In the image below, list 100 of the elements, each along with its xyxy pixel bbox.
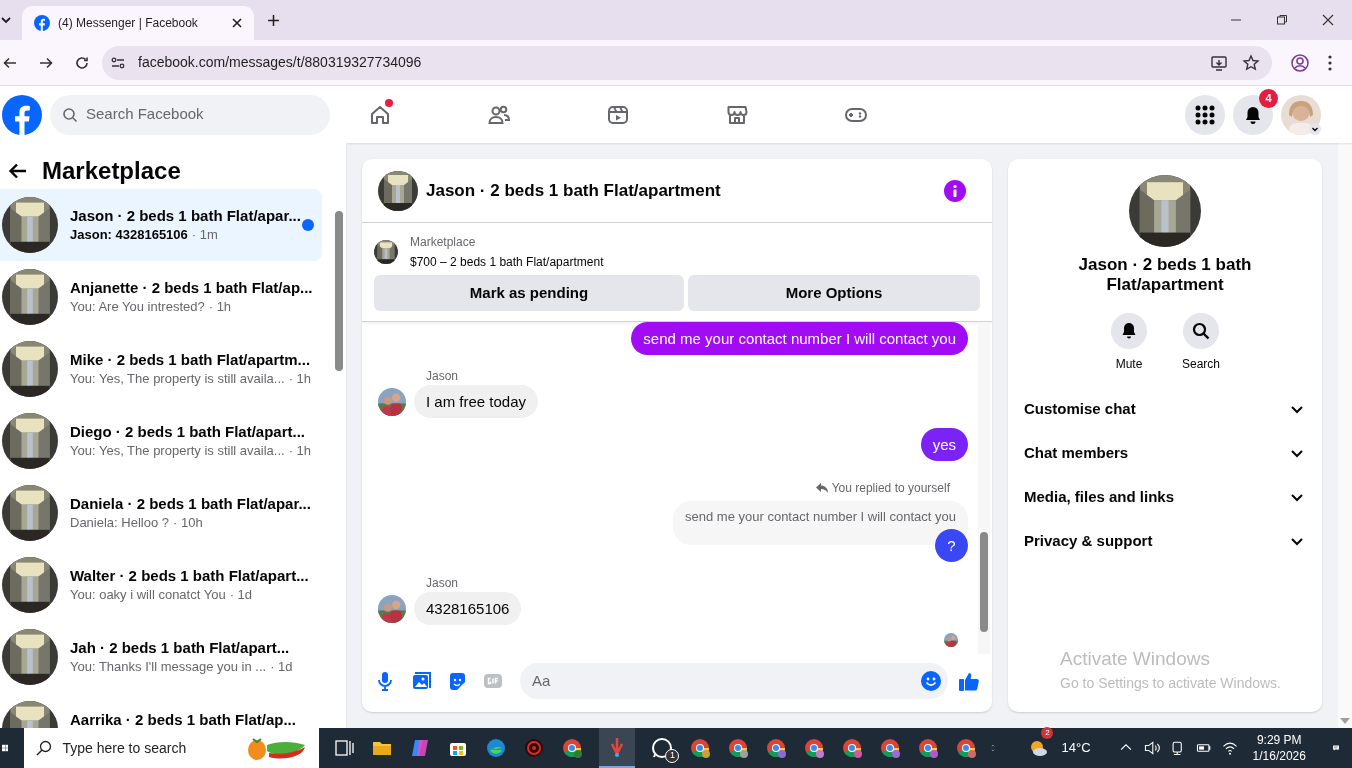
chrome-icon[interactable] xyxy=(917,737,940,759)
chat-app-icon[interactable] xyxy=(651,737,674,759)
conversation-title: Daniela · 2 beds 1 bath Flat/apar... xyxy=(70,494,311,513)
reply-icon xyxy=(815,482,828,494)
photo-icon[interactable] xyxy=(410,670,432,692)
clock[interactable]: 9:29 PM 1/16/2026 xyxy=(1252,732,1306,764)
message-preview: You: Are You intrested? xyxy=(70,298,205,316)
message-bubble: yes xyxy=(920,428,968,461)
reply-note: You replied to yourself xyxy=(831,480,950,497)
close-icon[interactable] xyxy=(1322,14,1334,26)
tab-title: (4) Messenger | Facebook xyxy=(58,15,199,32)
message-time: · 1d xyxy=(270,658,293,676)
message-preview: You: oaky i will conatct You xyxy=(70,586,226,604)
grid-icon xyxy=(1195,104,1215,125)
info-icon[interactable] xyxy=(944,179,966,202)
temperature-text: 14°C xyxy=(1061,739,1091,758)
menu-button[interactable] xyxy=(1185,94,1225,135)
menu-icon[interactable] xyxy=(1328,54,1332,71)
message-preview: You: Thanks I'll message you in ... xyxy=(70,658,267,676)
edge-icon[interactable] xyxy=(485,737,508,759)
facebook-logo-icon[interactable] xyxy=(2,94,42,135)
message-time: · 1h xyxy=(208,298,232,316)
mute-button[interactable] xyxy=(1111,313,1147,349)
browser-tab[interactable]: (4) Messenger | Facebook xyxy=(22,6,254,40)
message-preview: You: Yes, The property is still availa... xyxy=(70,442,285,460)
bell-icon xyxy=(1243,104,1263,125)
search-icon xyxy=(62,106,78,123)
conversation-title: Jah · 2 beds 1 bath Flat/apart... xyxy=(70,638,290,657)
message-time: · 1h xyxy=(288,370,312,388)
listing-label: Marketplace xyxy=(410,234,477,251)
chrome-icon[interactable] xyxy=(841,737,864,759)
message-preview: You: Yes, The property is still availa... xyxy=(70,370,285,388)
taskbar-search-field[interactable]: Type here to search xyxy=(24,728,320,768)
message-bubble: 4328165106 xyxy=(414,592,522,625)
chrome-icon[interactable] xyxy=(727,737,750,759)
chrome-icon[interactable] xyxy=(879,737,902,759)
scrollbar-thumb[interactable] xyxy=(980,532,988,632)
sender-name: Jason xyxy=(426,576,459,590)
active-app-button[interactable] xyxy=(599,728,636,768)
profile-icon[interactable] xyxy=(1290,52,1310,73)
activation-text: Go to Settings to activate Windows. xyxy=(1060,674,1281,693)
message-field[interactable]: Aa xyxy=(520,663,948,699)
message-input[interactable]: Aa xyxy=(532,669,920,693)
install-app-icon[interactable] xyxy=(1210,53,1228,72)
mark-pending-button[interactable]: Mark as pending xyxy=(374,275,684,311)
conversation-item[interactable]: Jason · 2 beds 1 bath Flat/apar... Jason: 4328165106 · 1m xyxy=(0,189,322,261)
like-icon[interactable] xyxy=(958,670,980,692)
facebook-logo-icon xyxy=(34,15,50,31)
conversation-title: Anjanette · 2 beds 1 bath Flat/ap... xyxy=(70,278,313,297)
conversation-title: Mike · 2 beds 1 bath Flat/apartm... xyxy=(70,350,311,369)
section-item[interactable]: Chat members xyxy=(1008,431,1322,475)
section-item[interactable]: Media, files and links xyxy=(1008,475,1322,519)
chrome-icon[interactable] xyxy=(765,737,788,759)
chrome-icon[interactable] xyxy=(803,737,826,759)
emoji-icon[interactable] xyxy=(920,670,942,692)
app-badge: 1 xyxy=(665,749,680,763)
sender-name: Jason xyxy=(426,369,459,383)
taskbar-search-input[interactable]: Type here to search xyxy=(62,737,244,759)
conversation-title: Jason · 2 beds 1 bath Flat/apar... xyxy=(70,206,301,225)
message-bubble: I am free today xyxy=(414,385,539,418)
action-label: Mute xyxy=(1115,356,1143,373)
new-tab-icon[interactable] xyxy=(267,14,280,27)
action-label: Search xyxy=(1182,356,1220,373)
search-button[interactable] xyxy=(1183,313,1219,349)
restore-icon[interactable] xyxy=(1276,14,1288,26)
caret-icon[interactable] xyxy=(1309,122,1321,135)
section-item[interactable]: Customise chat xyxy=(1008,387,1322,431)
weather-badge: 2 xyxy=(1041,727,1054,739)
bookmark-star-icon[interactable] xyxy=(1242,53,1260,72)
task-view-icon[interactable] xyxy=(333,737,356,759)
tab-list-icon[interactable] xyxy=(0,14,12,26)
search-icon xyxy=(1191,321,1211,341)
search-input[interactable]: Search Facebook xyxy=(86,103,286,126)
conversation-title: Diego · 2 beds 1 bath Flat/apart... xyxy=(70,422,306,441)
message-time: · 1d xyxy=(229,586,253,604)
message-preview: Jason: 4328165106 xyxy=(70,226,188,244)
notification-badge: 4 xyxy=(1259,88,1278,108)
listing-title: $700 – 2 beds 1 bath Flat/apartment xyxy=(410,254,604,271)
search-field[interactable]: Search Facebook xyxy=(50,94,330,135)
speaker-icon[interactable] xyxy=(1142,739,1161,757)
reload-icon[interactable] xyxy=(74,54,90,71)
chrome-icon[interactable] xyxy=(561,737,584,759)
message-preview: Daniela: Helloo ? xyxy=(70,514,169,532)
chat-title: Jason · 2 beds 1 bath Flat/apartment xyxy=(426,179,722,202)
chrome-icon[interactable] xyxy=(689,737,712,759)
scrollbar-thumb[interactable] xyxy=(335,211,343,371)
sidebar-title: Marketplace xyxy=(42,156,181,186)
close-icon[interactable] xyxy=(232,18,242,28)
message-bubble: send me your contact number I will contact you xyxy=(631,322,968,355)
chrome-icon[interactable] xyxy=(955,737,978,759)
address-bar[interactable]: facebook.com/messages/t/880319327734096 xyxy=(102,45,1272,80)
section-item[interactable]: Privacy & support xyxy=(1008,519,1322,563)
back-icon[interactable] xyxy=(8,161,28,181)
more-options-button[interactable]: More Options xyxy=(688,275,980,311)
conversation-title: Aarrika · 2 beds 1 bath Flat/ap... xyxy=(70,710,296,728)
notifications-button[interactable] xyxy=(1233,94,1273,135)
contact-title: Jason · 2 beds 1 bath Flat/apartment xyxy=(1077,255,1253,295)
search-icon xyxy=(36,740,53,756)
conversation-title: Walter · 2 beds 1 bath Flat/apart... xyxy=(70,566,309,585)
message-time: · 1m xyxy=(191,226,218,244)
